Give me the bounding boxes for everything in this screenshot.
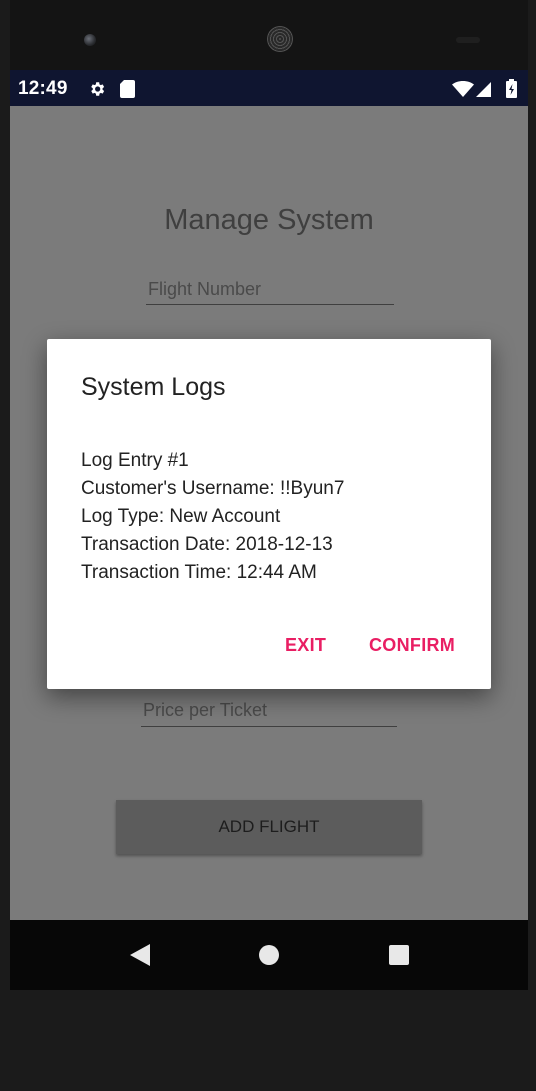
back-button[interactable] [100, 920, 180, 990]
gear-icon [88, 80, 106, 103]
recents-icon [389, 945, 409, 965]
navigation-bar [10, 920, 528, 990]
front-camera [84, 34, 96, 46]
log-entry-number: Log Entry #1 [81, 450, 189, 471]
log-entry-details: Log Entry #1 Customer's Username: !!Byun… [81, 447, 344, 587]
back-icon [130, 944, 150, 966]
signal-icon [476, 82, 491, 102]
log-type: Log Type: New Account [81, 506, 281, 527]
status-time: 12:49 [18, 78, 68, 99]
price-per-ticket-field[interactable] [141, 694, 397, 727]
price-per-ticket-input[interactable] [141, 694, 397, 726]
dialog-title: System Logs [81, 373, 226, 401]
log-transaction-time: Transaction Time: 12:44 AM [81, 562, 317, 583]
flight-number-input[interactable] [146, 274, 394, 304]
log-customer-username: Customer's Username: !!Byun7 [81, 478, 345, 499]
wifi-icon [452, 81, 474, 102]
battery-icon [506, 79, 517, 103]
phone-bezel-top [10, 0, 528, 70]
home-icon [259, 945, 279, 965]
recents-button[interactable] [359, 920, 439, 990]
log-transaction-date: Transaction Date: 2018-12-13 [81, 534, 333, 555]
add-flight-button[interactable]: ADD FLIGHT [116, 800, 422, 854]
proximity-sensor [456, 37, 480, 43]
device-screen: 12:49 Manage System ADD FLIGHT System Lo… [10, 70, 528, 990]
confirm-button[interactable]: CONFIRM [369, 635, 455, 656]
earpiece-speaker [267, 26, 293, 52]
flight-number-field[interactable] [146, 274, 394, 305]
home-button[interactable] [229, 920, 309, 990]
status-bar: 12:49 [10, 70, 528, 106]
page-title: Manage System [164, 204, 374, 236]
system-logs-dialog: System Logs Log Entry #1 Customer's User… [47, 339, 491, 689]
sd-card-icon [120, 80, 135, 103]
exit-button[interactable]: EXIT [285, 635, 326, 656]
